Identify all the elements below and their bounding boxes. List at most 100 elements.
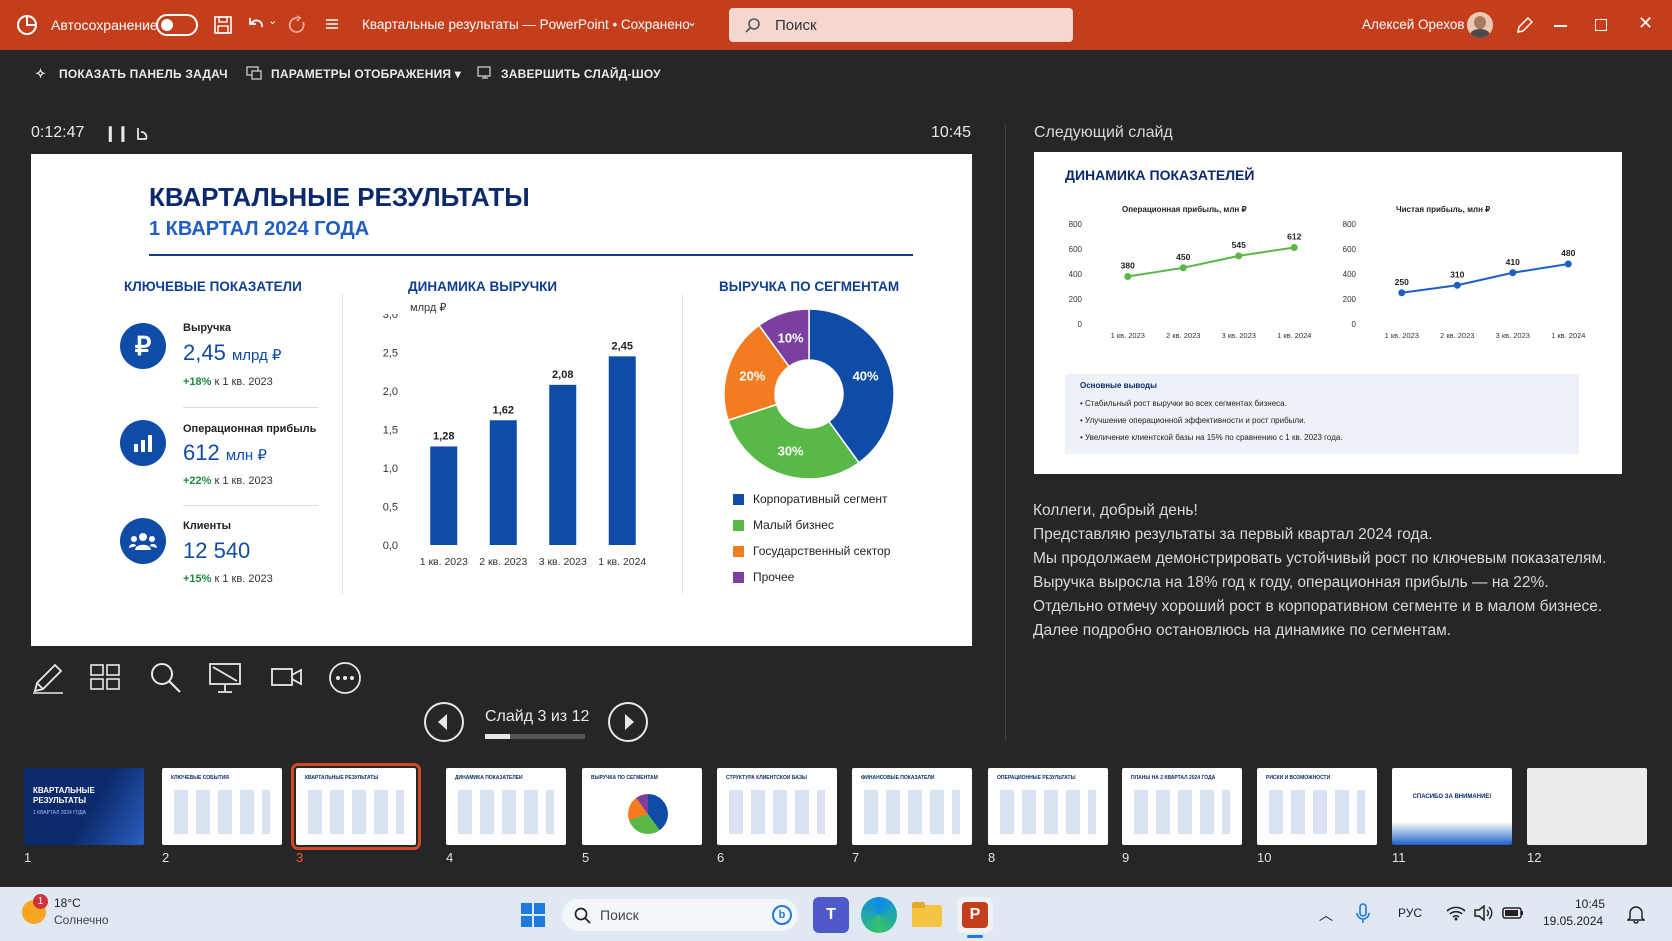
- microphone-icon[interactable]: [1355, 903, 1371, 925]
- slide-title: КВАРТАЛЬНЫЕ РЕЗУЛЬТАТЫ: [149, 182, 530, 212]
- close-icon[interactable]: ✕: [1638, 13, 1653, 34]
- series-line: [1401, 263, 1569, 294]
- note-line: Представляю результаты за первый квартал…: [1033, 526, 1433, 543]
- column-divider: [682, 294, 683, 594]
- revenue-bar: [608, 356, 636, 545]
- slide-thumbnail[interactable]: ФИНАНСОВЫЕ ПОКАЗАТЕЛИ: [852, 768, 972, 845]
- notifications-icon[interactable]: [1627, 904, 1645, 924]
- thumbnail-content-preview: [864, 790, 960, 834]
- slide-thumbnail[interactable]: ВЫРУЧКА ПО СЕГМЕНТАМ: [582, 768, 702, 845]
- autosave-toggle[interactable]: [156, 14, 198, 36]
- undo-dropdown-icon[interactable]: ⌄: [268, 14, 277, 27]
- document-title[interactable]: Квартальные результаты — PowerPoint • Со…: [362, 17, 690, 32]
- windows-start-icon[interactable]: [520, 902, 546, 928]
- point-value-label: 410: [1506, 257, 1520, 267]
- user-avatar[interactable]: [1467, 12, 1493, 38]
- bing-icon[interactable]: b: [772, 905, 792, 925]
- powerpoint-taskbar-icon[interactable]: P: [957, 897, 993, 933]
- segments-chart-title: ВЫРУЧКА ПО СЕГМЕНТАМ: [719, 279, 900, 294]
- redo-icon[interactable]: [288, 15, 308, 35]
- edge-icon[interactable]: [861, 897, 897, 933]
- thumbnail-number: 10: [1257, 850, 1272, 865]
- slide-thumbnail[interactable]: СПАСИБО ЗА ВНИМАНИЕ!: [1392, 768, 1512, 845]
- end-show-button[interactable]: ЗАВЕРШИТЬ СЛАЙД-ШОУ: [501, 67, 661, 81]
- save-icon[interactable]: [213, 15, 233, 35]
- operating-profit-line-chart: 0 200 400 600 800 380 1 кв. 2023 450 2 кв. 2023 5…: [1069, 220, 1312, 340]
- thumbnail-title: РИСКИ И ВОЗМОЖНОСТИ: [1266, 775, 1331, 781]
- slide-thumbnail[interactable]: ОПЕРАЦИОННЫЕ РЕЗУЛЬТАТЫ: [988, 768, 1108, 845]
- show-hidden-icons-icon[interactable]: ︿: [1319, 905, 1333, 925]
- kpi-header: КЛЮЧЕВЫЕ ПОКАЗАТЕЛИ: [124, 279, 302, 294]
- minimize-icon[interactable]: [1554, 25, 1567, 27]
- slide-thumbnail[interactable]: КЛЮЧЕВЫЕ СОБЫТИЯ: [162, 768, 282, 845]
- ruble-icon: ₽: [120, 323, 166, 369]
- x-tick-label: 1 кв. 2024: [598, 556, 646, 568]
- legend-item: Государственный сектор: [733, 544, 890, 558]
- slide-thumbnail[interactable]: СТРУКТУРА КЛИЕНТСКОЙ БАЗЫ: [717, 768, 837, 845]
- search-icon: [745, 18, 760, 33]
- slide-thumbnail[interactable]: ПЛАНЫ НА 2 КВАРТАЛ 2024 ГОДА: [1122, 768, 1242, 845]
- y-tick-label: 400: [1343, 270, 1357, 279]
- taskbar-date[interactable]: 19.05.2024: [1543, 914, 1603, 928]
- data-point: [1124, 273, 1132, 280]
- undo-icon[interactable]: [246, 15, 266, 35]
- point-value-label: 545: [1232, 240, 1246, 250]
- see-all-slides-icon[interactable]: [89, 661, 123, 695]
- kpi-label: Клиенты: [183, 520, 232, 532]
- search-box[interactable]: Поиск: [729, 8, 1073, 42]
- next-slide-preview[interactable]: ДИНАМИКА ПОКАЗАТЕЛЕЙ Операционная прибыл…: [1034, 152, 1622, 474]
- y-tick-label: 0,0: [383, 540, 398, 552]
- file-explorer-icon[interactable]: [909, 897, 945, 933]
- kpi-value: 2,45 млрд ₽: [183, 340, 282, 365]
- data-point: [1235, 252, 1243, 260]
- previous-slide-button[interactable]: [423, 701, 465, 743]
- battery-icon[interactable]: [1502, 906, 1524, 920]
- thumbnail-number: 11: [1392, 850, 1406, 865]
- pause-icon[interactable]: ❙❙: [104, 124, 129, 142]
- thumbnail-content-preview: [174, 790, 270, 834]
- kpi-value: 612 млн ₽: [183, 440, 267, 465]
- camera-icon[interactable]: [270, 664, 304, 692]
- teams-icon[interactable]: T: [813, 897, 849, 933]
- zoom-icon[interactable]: [149, 661, 183, 695]
- slide-thumbnail[interactable]: КВАРТАЛЬНЫЕ РЕЗУЛЬТАТЫ: [291, 763, 421, 850]
- slide-thumbnail[interactable]: [1527, 768, 1647, 845]
- slide-thumbnail[interactable]: РИСКИ И ВОЗМОЖНОСТИ: [1257, 768, 1377, 845]
- next-slide-button[interactable]: [607, 701, 649, 743]
- weather-temp[interactable]: 18°C: [54, 896, 81, 910]
- black-screen-icon[interactable]: [207, 661, 243, 695]
- note-line: Отдельно отмечу хороший рост в корпорати…: [1033, 598, 1603, 615]
- data-point: [1398, 289, 1406, 297]
- slide-progress-fill: [485, 734, 510, 739]
- pen-icon[interactable]: [1515, 15, 1535, 35]
- pen-tool-icon[interactable]: [31, 661, 65, 695]
- speaker-notes[interactable]: Коллеги, добрый день! Представляю резуль…: [1033, 499, 1633, 643]
- x-tick-label: 1 кв. 2024: [1277, 331, 1311, 340]
- legend-item: Прочее: [733, 570, 794, 584]
- slide-thumbnail[interactable]: ДИНАМИКА ПОКАЗАТЕЛЕЙ: [446, 768, 566, 845]
- volume-icon[interactable]: [1474, 905, 1494, 921]
- slide-thumbnail[interactable]: КВАРТАЛЬНЫЕ РЕЗУЛЬТАТЫ 1 КВАРТАЛ 2024 ГОД…: [24, 768, 144, 845]
- taskbar-search[interactable]: Поиск b: [562, 899, 798, 931]
- legend-swatch: [733, 493, 744, 505]
- taskbar-time[interactable]: 10:45: [1575, 897, 1605, 911]
- y-tick-label: 200: [1343, 295, 1357, 304]
- show-taskbar-button[interactable]: ПОКАЗАТЬ ПАНЕЛЬ ЗАДАЧ: [59, 67, 228, 81]
- bar-value-label: 1,28: [433, 430, 454, 442]
- language-indicator[interactable]: РУС: [1398, 906, 1422, 920]
- display-settings-button[interactable]: ПАРАМЕТРЫ ОТОБРАЖЕНИЯ ▾: [271, 67, 461, 81]
- wifi-icon[interactable]: [1446, 905, 1466, 921]
- maximize-icon[interactable]: [1595, 19, 1607, 31]
- data-point: [1509, 269, 1517, 277]
- thumbnail-title: ДИНАМИКА ПОКАЗАТЕЛЕЙ: [455, 775, 523, 781]
- user-name[interactable]: Алексей Орехов: [1362, 17, 1465, 32]
- more-options-icon[interactable]: [328, 661, 362, 695]
- x-tick-label: 3 кв. 2023: [539, 556, 587, 568]
- slide-subtitle: 1 КВАРТАЛ 2024 ГОДА: [149, 218, 370, 240]
- restart-timer-icon[interactable]: [134, 126, 150, 142]
- y-tick-label: 400: [1069, 270, 1083, 279]
- conclusion-item: • Увеличение клиентской базы на 15% по с…: [1080, 433, 1343, 442]
- kpi-change: +15% к 1 кв. 2023: [183, 573, 273, 585]
- customize-toolbar-icon[interactable]: [325, 17, 339, 31]
- title-chevron-down-icon[interactable]: ⌄: [687, 15, 697, 29]
